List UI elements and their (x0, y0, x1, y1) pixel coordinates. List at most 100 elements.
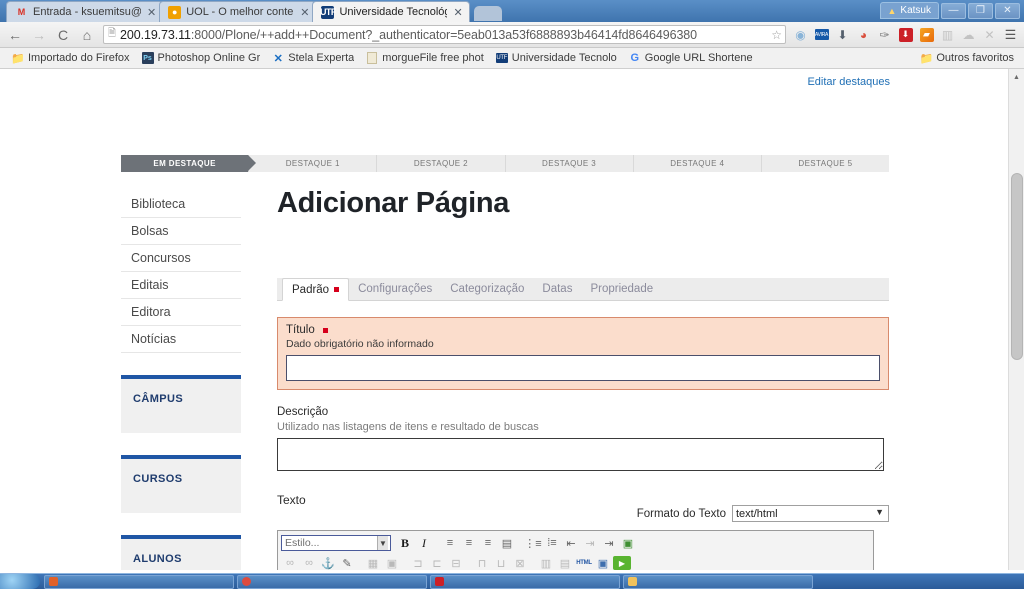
bookmark-stela-experta[interactable]: ✕ Stela Experta (266, 49, 360, 68)
close-icon[interactable]: ✕ (453, 6, 462, 19)
sidebar-item-editais[interactable]: Editais (121, 272, 241, 299)
bookmark-universidade-tecnologica[interactable]: UTF Universidade Tecnolo (490, 49, 623, 68)
align-justify-icon[interactable]: ▤ (498, 534, 516, 552)
field-error-message: Dado obrigatório não informado (286, 338, 434, 350)
taskbar-item-firefox[interactable] (44, 574, 234, 589)
profile-name: Katsuk (900, 5, 931, 16)
grey-grid-icon[interactable]: ▥ (938, 25, 957, 44)
browser-tab-utfpr[interactable]: UTF Universidade Tecnológica ✕ (312, 1, 470, 22)
bookmark-outros-favoritos[interactable]: 📁 Outros favoritos (914, 49, 1020, 68)
style-select[interactable]: Estilo... ▼ (281, 535, 391, 551)
tab-datas[interactable]: Datas (533, 278, 581, 300)
uol-icon: ● (168, 5, 182, 19)
tab-label: DESTAQUE 1 (285, 159, 340, 168)
sidebar-item-noticias[interactable]: Notícias (121, 326, 241, 353)
folder-icon: 📁 (11, 52, 25, 65)
folder-icon: 📁 (919, 52, 934, 65)
scroll-up-icon[interactable]: ▲ (1009, 69, 1024, 85)
forward-icon[interactable]: → (28, 24, 50, 46)
italic-icon[interactable]: I (415, 534, 433, 552)
preview-icon[interactable]: ▶ (613, 556, 631, 570)
align-center-icon[interactable]: ≡ (460, 534, 478, 552)
image-icon[interactable]: ▣ (619, 534, 637, 552)
taskbar-item-chrome[interactable] (237, 574, 427, 589)
bookmark-photoshop-online[interactable]: Ps Photoshop Online Gr (136, 49, 267, 68)
scrollbar-thumb[interactable] (1011, 173, 1023, 360)
bold-icon[interactable]: B (396, 534, 414, 552)
close-icon[interactable]: ✕ (300, 6, 309, 19)
align-right-icon[interactable]: ≡ (479, 534, 497, 552)
maximize-button[interactable]: ❐ (968, 2, 993, 19)
address-bar[interactable]: 🗎 200.19.73.11:8000/Plone/++add++Documen… (103, 25, 786, 44)
bookmark-morguefile[interactable]: morgueFile free phot (360, 49, 490, 68)
sidebar-box-campus[interactable]: CÂMPUS (121, 375, 241, 433)
cloud-icon[interactable]: ☁ (959, 25, 978, 44)
cast-icon[interactable]: ◉ (791, 25, 810, 44)
sidebar-box-title: CÂMPUS (133, 393, 184, 405)
red-download-icon[interactable]: ⬇ (896, 25, 915, 44)
required-marker-icon (322, 328, 328, 333)
sidebar-item-bolsas[interactable]: Bolsas (121, 218, 241, 245)
firefox-icon (49, 577, 58, 586)
descricao-textarea[interactable] (277, 438, 884, 471)
x-icon[interactable]: ✕ (980, 25, 999, 44)
definition-list-icon[interactable]: ⇥ (600, 534, 618, 552)
download-icon[interactable]: ⬇ (833, 25, 852, 44)
tab-configuracoes[interactable]: Configurações (349, 278, 441, 300)
destaque-tab-3[interactable]: DESTAQUE 3 (506, 155, 634, 172)
chart-pie-icon[interactable]: ◕ (854, 25, 873, 44)
minimize-button[interactable]: — (941, 2, 966, 19)
start-button[interactable] (0, 574, 40, 589)
bookmark-google-url-shortener[interactable]: G Google URL Shortene (623, 49, 759, 68)
reload-icon[interactable]: C (52, 24, 74, 46)
bookmark-star-icon[interactable]: ☆ (771, 28, 782, 42)
formato-select[interactable]: text/html ▼ (732, 505, 889, 522)
field-label: Título (286, 324, 880, 336)
url-host: 200.19.73.11 (120, 27, 191, 42)
browser-tab-uol[interactable]: ● UOL - O melhor conteúdo ✕ (159, 1, 317, 22)
x-blue-icon: ✕ (273, 52, 283, 65)
back-icon[interactable]: ← (4, 24, 26, 46)
orange-chart-icon[interactable]: ▰ (917, 25, 936, 44)
tab-padrao[interactable]: Padrão (282, 278, 350, 301)
sidebar-item-concursos[interactable]: Concursos (121, 245, 241, 272)
vertical-scrollbar[interactable]: ▲ ▼ (1008, 69, 1024, 589)
numbered-list-icon[interactable]: ⁞≡ (543, 534, 561, 552)
align-left-icon[interactable]: ≡ (441, 534, 459, 552)
bullet-list-icon[interactable]: ⋮≡ (524, 534, 542, 552)
indent-icon[interactable]: ⇥ (581, 534, 599, 552)
profile-avatar-icon: ▲ (887, 5, 897, 16)
destaque-tab-5[interactable]: DESTAQUE 5 (762, 155, 889, 172)
sidebar-box-cursos[interactable]: CURSOS (121, 455, 241, 513)
avira-icon[interactable]: AVIRA (812, 25, 831, 44)
editar-destaques-link[interactable]: Editar destaques (807, 76, 890, 88)
destaque-tab-2[interactable]: DESTAQUE 2 (377, 155, 506, 172)
taskbar-item-folder[interactable] (623, 574, 813, 589)
close-icon[interactable]: ✕ (147, 6, 156, 19)
sidebar-item-biblioteca[interactable]: Biblioteca (121, 191, 241, 218)
outdent-icon[interactable]: ⇤ (562, 534, 580, 552)
tab-categorizacao[interactable]: Categorização (441, 278, 533, 300)
home-icon[interactable]: ⌂ (76, 24, 98, 46)
bookmark-importado-do-firefox[interactable]: 📁 Importado do Firefox (6, 49, 136, 68)
note-icon[interactable]: ✑ (875, 25, 894, 44)
toolbar-separator (434, 534, 440, 552)
close-window-button[interactable]: ✕ (995, 2, 1020, 19)
menu-icon[interactable]: ☰ (1001, 25, 1020, 44)
google-icon: G (630, 52, 640, 64)
destaque-tab-em-destaque[interactable]: EM DESTAQUE (121, 155, 257, 172)
tab-title: UOL - O melhor conteúdo (186, 6, 294, 18)
new-tab-button[interactable] (473, 6, 502, 21)
titulo-input[interactable] (286, 355, 880, 381)
destaque-tab-4[interactable]: DESTAQUE 4 (634, 155, 762, 172)
page-title: Adicionar Página (277, 187, 510, 219)
destaque-tab-1[interactable]: DESTAQUE 1 (249, 155, 378, 172)
taskbar-item-pdf[interactable] (430, 574, 620, 589)
url-text: 200.19.73.11:8000/Plone/++add++Document?… (120, 28, 697, 42)
profile-button[interactable]: ▲ Katsuk (879, 2, 939, 19)
browser-tab-gmail[interactable]: M Entrada - ksuemitsu@gm ✕ (6, 1, 164, 22)
sidebar-item-editora[interactable]: Editora (121, 299, 241, 326)
tab-propriedade[interactable]: Propriedade (581, 278, 662, 300)
tab-label: Datas (542, 283, 573, 295)
tab-title: Entrada - ksuemitsu@gm (33, 6, 141, 18)
